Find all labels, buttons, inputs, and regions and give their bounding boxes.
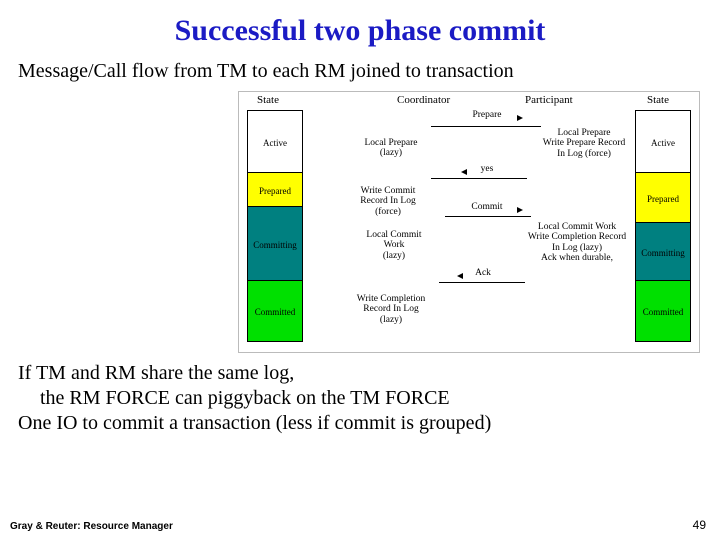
- slide-title: Successful two phase commit: [18, 14, 702, 48]
- hdr-coordinator: Coordinator: [397, 94, 450, 106]
- state-prepared-left: Prepared: [248, 173, 302, 207]
- msg-ack: Ack: [463, 268, 503, 278]
- arrow-yes-line: [431, 178, 527, 179]
- state-committing-right: Committing: [636, 223, 690, 281]
- state-committed-left: Committed: [248, 281, 302, 341]
- body-line-2: the RM FORCE can piggyback on the TM FOR…: [40, 386, 702, 411]
- note-local-commit-lazy: Local CommitWork(lazy): [351, 230, 437, 261]
- hdr-state-right: State: [647, 94, 669, 106]
- state-column-left: Active Prepared Committing Committed: [247, 110, 303, 342]
- arrow-commit-line: [445, 216, 531, 217]
- note-write-commit-force: Write CommitRecord In Log(force): [343, 186, 433, 217]
- state-column-right: Active Prepared Committing Committed: [635, 110, 691, 342]
- state-active-right: Active: [636, 111, 690, 173]
- note-write-completion: Write CompletionRecord In Log(lazy): [343, 294, 439, 325]
- hdr-state-left: State: [257, 94, 279, 106]
- msg-prepare: Prepare: [457, 110, 517, 120]
- body-line-1: If TM and RM share the same log,: [18, 361, 702, 386]
- msg-yes: yes: [467, 164, 507, 174]
- state-committing-left: Committing: [248, 207, 302, 281]
- state-prepared-right: Prepared: [636, 173, 690, 223]
- hdr-participant: Participant: [525, 94, 573, 106]
- footer-credit: Gray & Reuter: Resource Manager: [10, 521, 173, 532]
- slide-subtitle: Message/Call flow from TM to each RM joi…: [18, 60, 702, 83]
- body-line-3: One IO to commit a transaction (less if …: [18, 411, 702, 436]
- two-phase-commit-figure: State Coordinator Participant State Acti…: [238, 91, 700, 353]
- state-committed-right: Committed: [636, 281, 690, 341]
- state-active-left: Active: [248, 111, 302, 173]
- msg-commit: Commit: [457, 202, 517, 212]
- note-participant-prepare: Local PrepareWrite Prepare RecordIn Log …: [529, 128, 639, 159]
- body-text: If TM and RM share the same log, the RM …: [18, 361, 702, 436]
- note-local-prepare-lazy: Local Prepare(lazy): [351, 138, 431, 159]
- note-participant-commit: Local Commit WorkWrite Completion Record…: [517, 222, 637, 264]
- footer-page-number: 49: [693, 518, 706, 532]
- arrow-ack-line: [439, 282, 525, 283]
- arrow-prepare-line: [431, 126, 541, 127]
